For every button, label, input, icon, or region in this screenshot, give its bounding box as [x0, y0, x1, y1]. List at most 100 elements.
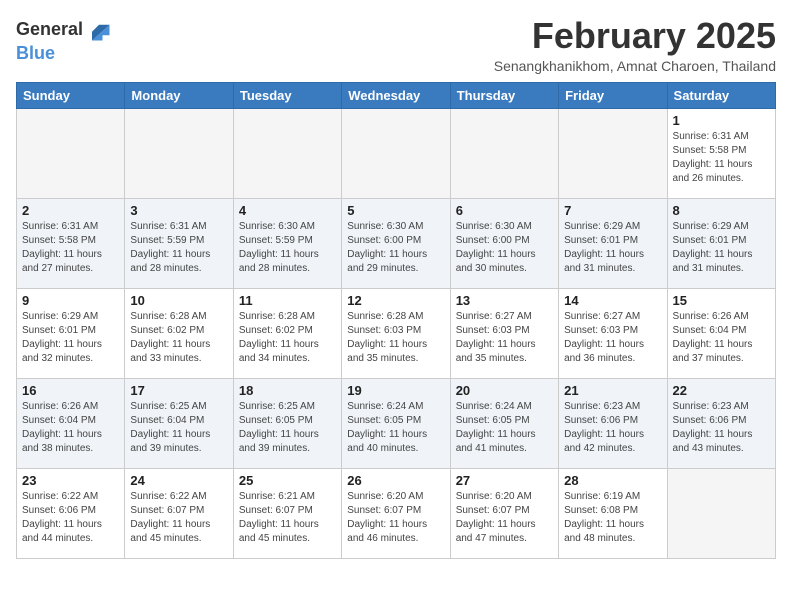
day-info: Sunrise: 6:31 AM Sunset: 5:59 PM Dayligh… — [130, 220, 227, 276]
day-info: Sunrise: 6:28 AM Sunset: 6:02 PM Dayligh… — [239, 310, 336, 366]
day-info: Sunrise: 6:31 AM Sunset: 5:58 PM Dayligh… — [22, 220, 119, 276]
calendar-week-row: 2 Sunrise: 6:31 AM Sunset: 5:58 PM Daylig… — [17, 198, 776, 288]
day-number: 16 — [22, 383, 119, 398]
day-info: Sunrise: 6:26 AM Sunset: 6:04 PM Dayligh… — [673, 310, 770, 366]
day-info: Sunrise: 6:28 AM Sunset: 6:03 PM Dayligh… — [347, 310, 444, 366]
day-info: Sunrise: 6:30 AM Sunset: 6:00 PM Dayligh… — [347, 220, 444, 276]
calendar-cell: 27Sunrise: 6:20 AM Sunset: 6:07 PM Dayli… — [450, 468, 558, 558]
day-info: Sunrise: 6:28 AM Sunset: 6:02 PM Dayligh… — [130, 310, 227, 366]
day-info: Sunrise: 6:30 AM Sunset: 6:00 PM Dayligh… — [456, 220, 553, 276]
calendar-cell: 13 Sunrise: 6:27 AM Sunset: 6:03 PM Dayli… — [450, 288, 558, 378]
day-info: Sunrise: 6:20 AM Sunset: 6:07 PM Dayligh… — [456, 490, 553, 546]
title-block: February 2025 Senangkhanikhom, Amnat Cha… — [494, 16, 776, 74]
weekday-header-sunday: Sunday — [17, 82, 125, 108]
day-number: 21 — [564, 383, 661, 398]
day-info: Sunrise: 6:24 AM Sunset: 6:05 PM Dayligh… — [456, 400, 553, 456]
day-info: Sunrise: 6:27 AM Sunset: 6:03 PM Dayligh… — [456, 310, 553, 366]
calendar-cell: 8 Sunrise: 6:29 AM Sunset: 6:01 PM Daylig… — [667, 198, 775, 288]
day-info: Sunrise: 6:31 AM Sunset: 5:58 PM Dayligh… — [673, 130, 770, 186]
calendar-cell: 9Sunrise: 6:29 AM Sunset: 6:01 PM Daylig… — [17, 288, 125, 378]
calendar-cell — [17, 108, 125, 198]
calendar-cell: 17 Sunrise: 6:25 AM Sunset: 6:04 PM Dayli… — [125, 378, 233, 468]
day-info: Sunrise: 6:19 AM Sunset: 6:08 PM Dayligh… — [564, 490, 661, 546]
header: General Blue February 2025 Senangkhanikh… — [16, 16, 776, 74]
calendar-week-row: 1 Sunrise: 6:31 AM Sunset: 5:58 PM Daylig… — [17, 108, 776, 198]
day-number: 14 — [564, 293, 661, 308]
day-number: 13 — [456, 293, 553, 308]
calendar-cell: 28 Sunrise: 6:19 AM Sunset: 6:08 PM Dayli… — [559, 468, 667, 558]
calendar-cell: 26 Sunrise: 6:20 AM Sunset: 6:07 PM Dayli… — [342, 468, 450, 558]
day-number: 10 — [130, 293, 227, 308]
location-subtitle: Senangkhanikhom, Amnat Charoen, Thailand — [494, 58, 776, 74]
day-info: Sunrise: 6:29 AM Sunset: 6:01 PM Dayligh… — [673, 220, 770, 276]
calendar-cell: 21Sunrise: 6:23 AM Sunset: 6:06 PM Dayli… — [559, 378, 667, 468]
day-number: 18 — [239, 383, 336, 398]
weekday-header-friday: Friday — [559, 82, 667, 108]
calendar-cell: 23 Sunrise: 6:22 AM Sunset: 6:06 PM Dayli… — [17, 468, 125, 558]
day-info: Sunrise: 6:27 AM Sunset: 6:03 PM Dayligh… — [564, 310, 661, 366]
calendar-cell: 7 Sunrise: 6:29 AM Sunset: 6:01 PM Daylig… — [559, 198, 667, 288]
calendar-cell: 15 Sunrise: 6:26 AM Sunset: 6:04 PM Dayli… — [667, 288, 775, 378]
logo-icon — [85, 16, 113, 44]
day-info: Sunrise: 6:21 AM Sunset: 6:07 PM Dayligh… — [239, 490, 336, 546]
calendar-cell — [233, 108, 341, 198]
day-info: Sunrise: 6:29 AM Sunset: 6:01 PM Dayligh… — [564, 220, 661, 276]
calendar-cell: 3 Sunrise: 6:31 AM Sunset: 5:59 PM Daylig… — [125, 198, 233, 288]
calendar-cell: 22 Sunrise: 6:23 AM Sunset: 6:06 PM Dayli… — [667, 378, 775, 468]
calendar-cell — [342, 108, 450, 198]
calendar-week-row: 23 Sunrise: 6:22 AM Sunset: 6:06 PM Dayli… — [17, 468, 776, 558]
calendar-cell — [667, 468, 775, 558]
month-title: February 2025 — [494, 16, 776, 56]
day-number: 19 — [347, 383, 444, 398]
day-number: 8 — [673, 203, 770, 218]
calendar-cell: 20 Sunrise: 6:24 AM Sunset: 6:05 PM Dayli… — [450, 378, 558, 468]
day-number: 3 — [130, 203, 227, 218]
day-number: 22 — [673, 383, 770, 398]
calendar-cell: 16 Sunrise: 6:26 AM Sunset: 6:04 PM Dayli… — [17, 378, 125, 468]
day-number: 28 — [564, 473, 661, 488]
day-info: Sunrise: 6:30 AM Sunset: 5:59 PM Dayligh… — [239, 220, 336, 276]
calendar-cell: 24 Sunrise: 6:22 AM Sunset: 6:07 PM Dayli… — [125, 468, 233, 558]
day-number: 20 — [456, 383, 553, 398]
day-info: Sunrise: 6:20 AM Sunset: 6:07 PM Dayligh… — [347, 490, 444, 546]
day-number: 15 — [673, 293, 770, 308]
day-info: Sunrise: 6:22 AM Sunset: 6:06 PM Dayligh… — [22, 490, 119, 546]
weekday-header-row: SundayMondayTuesdayWednesdayThursdayFrid… — [17, 82, 776, 108]
weekday-header-monday: Monday — [125, 82, 233, 108]
weekday-header-thursday: Thursday — [450, 82, 558, 108]
calendar-cell: 5 Sunrise: 6:30 AM Sunset: 6:00 PM Daylig… — [342, 198, 450, 288]
calendar-cell — [450, 108, 558, 198]
calendar-cell: 14 Sunrise: 6:27 AM Sunset: 6:03 PM Dayli… — [559, 288, 667, 378]
calendar-cell: 6 Sunrise: 6:30 AM Sunset: 6:00 PM Daylig… — [450, 198, 558, 288]
day-number: 17 — [130, 383, 227, 398]
calendar-cell — [559, 108, 667, 198]
day-number: 1 — [673, 113, 770, 128]
logo-text: General — [16, 20, 83, 40]
calendar-cell — [125, 108, 233, 198]
day-number: 6 — [456, 203, 553, 218]
calendar-cell: 25Sunrise: 6:21 AM Sunset: 6:07 PM Dayli… — [233, 468, 341, 558]
day-number: 12 — [347, 293, 444, 308]
day-number: 23 — [22, 473, 119, 488]
day-info: Sunrise: 6:24 AM Sunset: 6:05 PM Dayligh… — [347, 400, 444, 456]
calendar-cell: 2 Sunrise: 6:31 AM Sunset: 5:58 PM Daylig… — [17, 198, 125, 288]
logo-blue-text: Blue — [16, 44, 113, 64]
day-number: 7 — [564, 203, 661, 218]
day-number: 26 — [347, 473, 444, 488]
day-info: Sunrise: 6:26 AM Sunset: 6:04 PM Dayligh… — [22, 400, 119, 456]
day-number: 9 — [22, 293, 119, 308]
day-number: 11 — [239, 293, 336, 308]
day-info: Sunrise: 6:25 AM Sunset: 6:04 PM Dayligh… — [130, 400, 227, 456]
calendar-week-row: 16 Sunrise: 6:26 AM Sunset: 6:04 PM Dayli… — [17, 378, 776, 468]
calendar-cell: 18Sunrise: 6:25 AM Sunset: 6:05 PM Dayli… — [233, 378, 341, 468]
weekday-header-saturday: Saturday — [667, 82, 775, 108]
day-number: 24 — [130, 473, 227, 488]
calendar-cell: 4Sunrise: 6:30 AM Sunset: 5:59 PM Daylig… — [233, 198, 341, 288]
calendar-week-row: 9Sunrise: 6:29 AM Sunset: 6:01 PM Daylig… — [17, 288, 776, 378]
day-number: 2 — [22, 203, 119, 218]
day-info: Sunrise: 6:22 AM Sunset: 6:07 PM Dayligh… — [130, 490, 227, 546]
logo: General Blue — [16, 16, 113, 64]
calendar-table: SundayMondayTuesdayWednesdayThursdayFrid… — [16, 82, 776, 559]
day-number: 5 — [347, 203, 444, 218]
day-info: Sunrise: 6:23 AM Sunset: 6:06 PM Dayligh… — [673, 400, 770, 456]
